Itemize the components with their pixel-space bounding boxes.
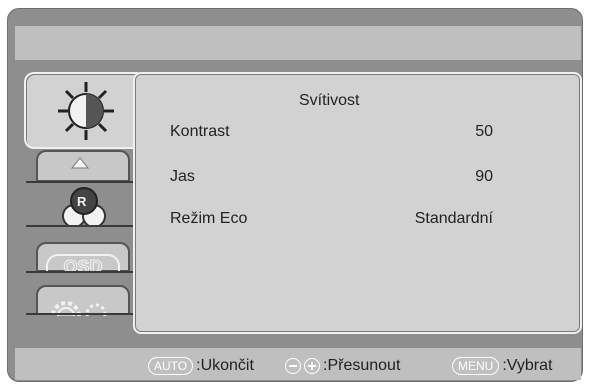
menu-item-eco-mode[interactable]: Režim Eco (170, 210, 247, 228)
osd-icon-text: OSD (63, 257, 103, 273)
brightness-sun-icon (58, 82, 114, 140)
plus-icon (304, 358, 320, 374)
tab-divider (26, 271, 134, 273)
title-bar (15, 26, 581, 60)
tab-divider (26, 225, 134, 227)
menu-title: Svítivost (299, 92, 360, 109)
exit-label: :Ukončit (196, 357, 254, 374)
tab-divider (26, 181, 134, 183)
tab-divider (26, 313, 134, 315)
contrast-value: 50 (475, 123, 493, 140)
menu-item-contrast[interactable]: Kontrast (170, 123, 230, 141)
eco-mode-value: Standardní (414, 210, 493, 227)
content-panel (133, 72, 582, 334)
menu-key-icon: MENU (452, 357, 500, 375)
picture-triangle-icon (70, 157, 90, 169)
hint-move: :Přesunout (285, 357, 400, 375)
osd-icon: OSD (46, 254, 120, 272)
auto-key-icon: AUTO (148, 357, 194, 375)
svg-text:R: R (77, 194, 87, 209)
brightness-value: 90 (475, 168, 493, 185)
hint-exit: AUTO :Ukončit (148, 357, 254, 375)
select-label: :Vybrat (502, 357, 553, 374)
menu-item-brightness[interactable]: Jas (170, 168, 195, 186)
color-rgb-icon: R (62, 187, 106, 226)
hint-select: MENU :Vybrat (452, 357, 552, 375)
minus-icon (285, 358, 301, 374)
move-label: :Přesunout (323, 357, 401, 374)
